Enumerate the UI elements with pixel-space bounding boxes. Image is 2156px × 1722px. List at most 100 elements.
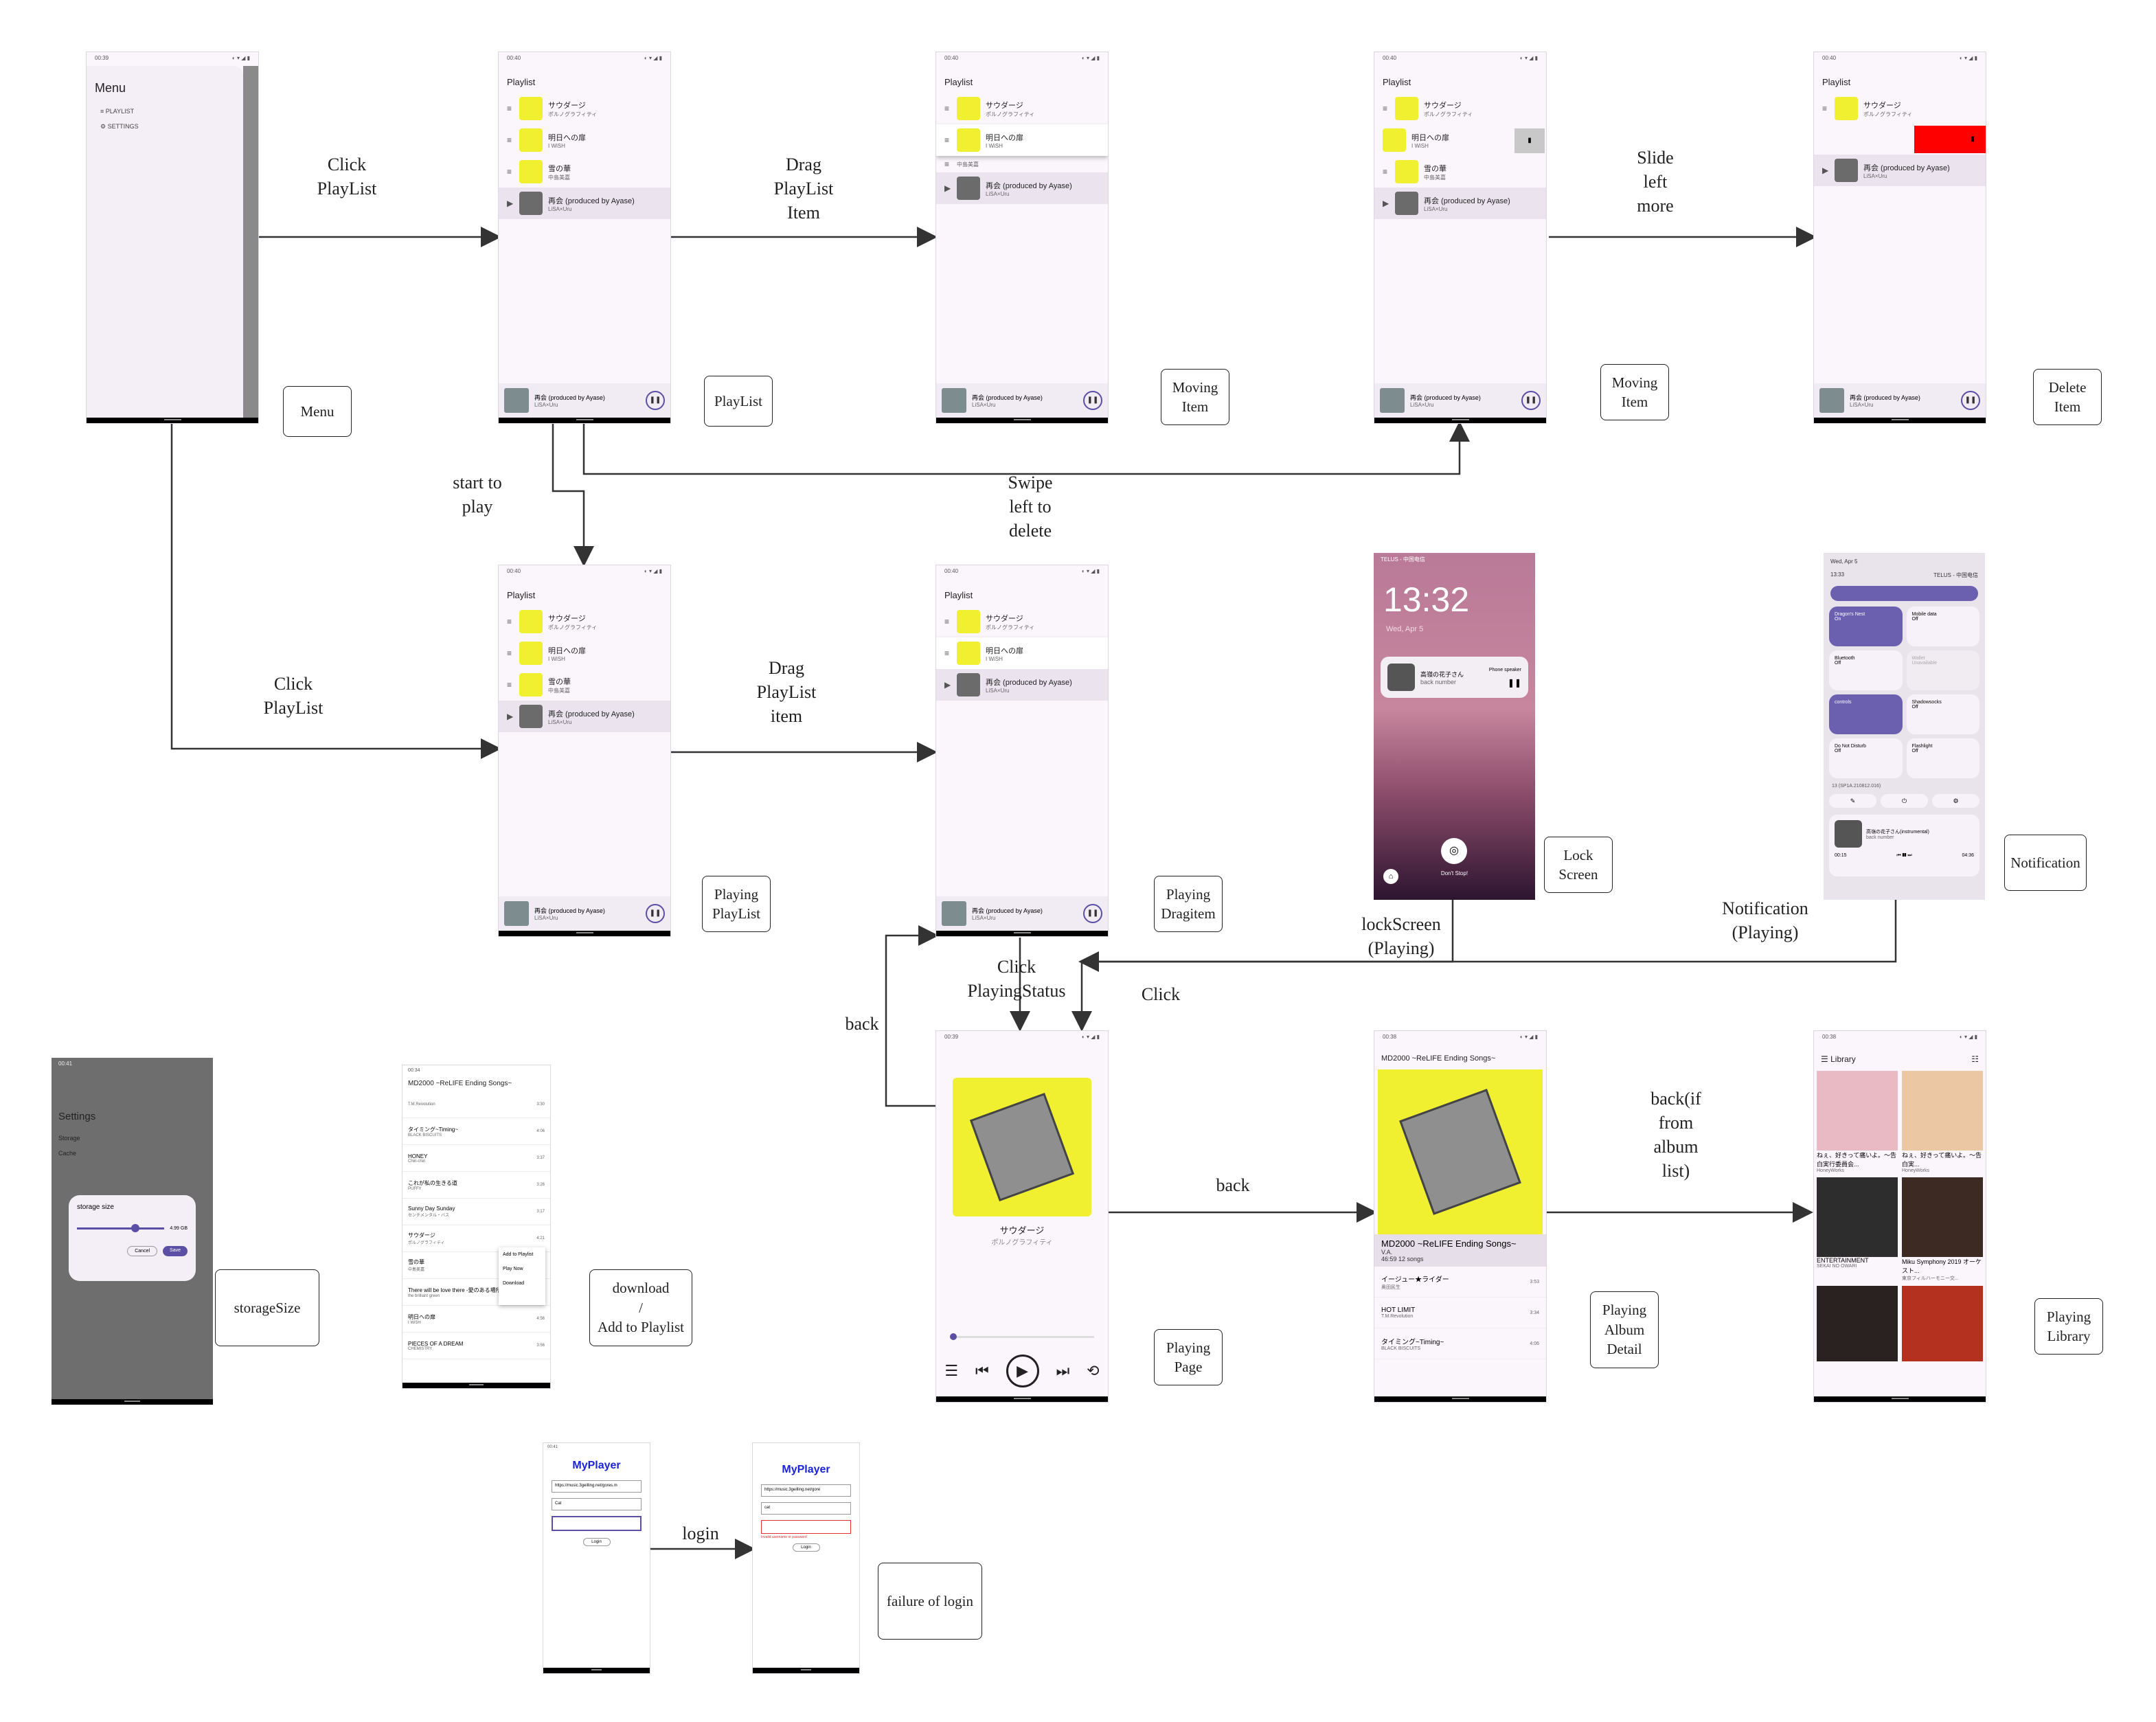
playlist-row[interactable]: ≡ サウダージ ポルノグラフィティ — [1814, 93, 1986, 124]
seek-bar[interactable] — [950, 1333, 1094, 1340]
tile-wifi[interactable]: Dragon's Nest On — [1829, 607, 1903, 646]
drag-handle-icon[interactable]: ≡ — [944, 135, 953, 145]
playlist-row-playing[interactable]: ▶ 再会 (produced by Ayase) LiSA×Uru — [1814, 155, 1986, 186]
pause-icon[interactable]: ❚❚ — [646, 391, 665, 410]
menu-item-playlist[interactable]: ≡ PLAYLIST — [87, 104, 243, 119]
drag-handle-icon[interactable]: ≡ — [944, 104, 953, 113]
tile-bluetooth[interactable]: Bluetooth Off — [1829, 650, 1903, 690]
menu-play-now[interactable]: Play Now — [499, 1262, 545, 1276]
notif-media-card[interactable]: 高嶺の花子さん(instrumental) back number 00:15 ⏮ … — [1829, 815, 1979, 876]
next-icon[interactable]: ⏭ — [1056, 1362, 1069, 1380]
song-row[interactable]: PIECES OF A DREAM CHEMISTRY 3:56 — [402, 1333, 550, 1359]
song-row[interactable]: HONEY Chiri-chiri 3:37 — [402, 1145, 550, 1172]
save-button[interactable]: Save — [163, 1246, 188, 1256]
menu-add-to-playlist[interactable]: Add to Playlist — [499, 1247, 545, 1262]
drag-handle-icon[interactable]: ≡ — [507, 135, 515, 145]
username-input[interactable]: Cat — [552, 1498, 642, 1510]
queue-icon[interactable]: ☰ — [944, 1362, 958, 1380]
playlist-row-dragging[interactable]: ≡ 明日への扉 I WiSH — [936, 124, 1108, 156]
mini-player[interactable]: 再会 (produced by Ayase) LiSA×Uru ❚❚ — [499, 383, 670, 418]
album-cover[interactable] — [1817, 1286, 1898, 1361]
playlist-row[interactable]: ≡ サウダージ ポルノグラフィティ — [499, 93, 670, 124]
pause-icon[interactable]: ❚❚ — [1083, 391, 1102, 410]
settings-item-storage[interactable]: Storage — [52, 1131, 213, 1146]
song-row[interactable]: HOT LIMIT T.M.Revolution 3:34 — [1374, 1298, 1546, 1328]
song-row[interactable]: タイミング~Timing~ BLACK BISCUITS 4:06 — [402, 1118, 550, 1145]
playlist-row-playing[interactable]: ▶ 再会 (produced by Ayase) LiSA×Uru — [936, 172, 1108, 204]
playlist-row[interactable]: ≡ サウダージ ポルノグラフィティ — [1374, 93, 1546, 124]
song-row[interactable]: タイミング~Timing~ BLACK BISCUITS 4:06 — [1374, 1328, 1546, 1359]
mini-player[interactable]: 再会 (produced by Ayase) LiSA×Uru ❚❚ — [1374, 383, 1546, 418]
playlist-row-swiping[interactable]: 明日への扉 I WiSH ▮ — [1374, 124, 1546, 156]
tile-flashlight[interactable]: Flashlight Off — [1906, 738, 1979, 778]
playlist-row-playing[interactable]: ▶ 再会 (produced by Ayase) LiSA×Uru — [936, 669, 1108, 701]
storage-slider[interactable] — [77, 1224, 165, 1232]
repeat-icon[interactable]: ⟲ — [1087, 1362, 1099, 1380]
password-input[interactable] — [761, 1520, 851, 1534]
drag-handle-icon[interactable]: ≡ — [507, 617, 515, 626]
album-card[interactable]: ENTERTAINMENT SEKAI NO OWARI — [1817, 1177, 1898, 1282]
playlist-row-playing[interactable]: ▶ 再会 (produced by Ayase) LiSA×Uru — [1374, 188, 1546, 219]
slider-thumb[interactable] — [131, 1224, 139, 1232]
login-button[interactable]: Login — [582, 1538, 611, 1546]
mini-player[interactable]: 再会 (produced by Ayase) LiSA×Uru ❚❚ — [936, 896, 1108, 931]
playlist-row[interactable]: ≡ 明日への扉 I WiSH — [499, 124, 670, 156]
playlist-row[interactable]: ≡ 雪の華 中島美嘉 — [499, 669, 670, 701]
mini-player[interactable]: 再会 (produced by Ayase) LiSA×Uru ❚❚ — [499, 896, 670, 931]
tile-wallet[interactable]: Wallet Unavailable — [1906, 650, 1979, 690]
menu-download[interactable]: Download — [499, 1276, 545, 1291]
drag-handle-icon[interactable]: ≡ — [944, 617, 953, 626]
album-cover[interactable] — [1902, 1286, 1983, 1361]
playlist-row-deleting[interactable]: ▮ — [1814, 124, 1986, 155]
playlist-row[interactable]: ≡ サウダージ ポルノグラフィティ — [936, 93, 1108, 124]
drag-handle-icon[interactable]: ≡ — [944, 159, 953, 169]
song-row[interactable]: T.M.Revolution 3:30 — [402, 1091, 550, 1118]
settings-icon[interactable]: ⚙ — [1932, 794, 1979, 808]
tile-controls[interactable]: controls — [1829, 694, 1903, 734]
drag-handle-icon[interactable]: ≡ — [1383, 104, 1391, 113]
playlist-row[interactable]: ≡ 明日への扉 I WiSH — [499, 637, 670, 669]
login-button[interactable]: Login — [792, 1543, 820, 1552]
trash-icon[interactable]: ▮ — [1514, 128, 1545, 153]
drag-handle-icon[interactable]: ≡ — [507, 648, 515, 658]
mini-player[interactable]: 再会 (produced by Ayase) LiSA×Uru ❚❚ — [1814, 383, 1986, 418]
home-icon[interactable]: ⌂ — [1383, 869, 1398, 884]
tile-dnd[interactable]: Do Not Disturb Off — [1829, 738, 1903, 778]
play-icon[interactable]: ▶ — [1006, 1355, 1039, 1387]
list-view-icon[interactable]: ☷ — [1971, 1054, 1979, 1064]
album-card[interactable]: ねぇ、好きって痛いよ。〜告白実行委員会... HoneyWorks — [1817, 1071, 1898, 1173]
delete-trash-icon[interactable]: ▮ — [1914, 126, 1986, 153]
playlist-row[interactable]: ≡ 雪の華 中島美嘉 — [499, 156, 670, 188]
menu-icon[interactable]: ☰ — [1821, 1054, 1828, 1064]
cancel-button[interactable]: Cancel — [127, 1246, 158, 1256]
server-url-input[interactable]: https://music.3geilling.net/gores.m — [552, 1480, 642, 1493]
drag-handle-icon[interactable]: ≡ — [1383, 167, 1391, 177]
username-input[interactable]: cat — [761, 1502, 851, 1515]
pause-icon[interactable]: ❚❚ — [1961, 391, 1980, 410]
server-url-input[interactable]: https://music.3geilling.net/gore — [761, 1484, 851, 1497]
lock-media-card[interactable]: 高嶺の花子さん back number Phone speaker ❚❚ — [1381, 657, 1528, 698]
fingerprint-icon[interactable]: ◎ — [1441, 838, 1467, 864]
settings-item-cache[interactable]: Cache — [52, 1146, 213, 1161]
drag-handle-icon[interactable]: ≡ — [507, 680, 515, 690]
drag-handle-icon[interactable]: ≡ — [507, 104, 515, 113]
pause-icon[interactable]: ❚❚ — [1489, 678, 1521, 688]
brightness-slider[interactable] — [1830, 586, 1978, 601]
seek-thumb[interactable] — [950, 1333, 957, 1340]
song-row[interactable]: Sunny Day Sunday センチメンタル・バス 3:17 — [402, 1199, 550, 1225]
password-input[interactable] — [552, 1516, 642, 1531]
mini-player[interactable]: 再会 (produced by Ayase) LiSA×Uru ❚❚ — [936, 383, 1108, 418]
playlist-row[interactable]: ≡ 中島美嘉 — [936, 156, 1108, 172]
previous-icon[interactable]: ⏮ — [975, 1362, 989, 1380]
tile-shadowsocks[interactable]: Shadowsocks Off — [1906, 694, 1979, 734]
playlist-row-playing[interactable]: ▶ 再会 (produced by Ayase) LiSA×Uru — [499, 188, 670, 219]
drag-handle-icon[interactable]: ≡ — [507, 167, 515, 177]
song-row[interactable]: 明日への扉 I WiSH 4:56 — [402, 1306, 550, 1333]
pause-icon[interactable]: ❚❚ — [1521, 391, 1541, 410]
playlist-row[interactable]: ≡ 雪の華 中島美嘉 — [1374, 156, 1546, 188]
song-row[interactable]: イージュー★ライダー 奥田民生 3:53 — [1374, 1267, 1546, 1298]
drag-handle-icon[interactable]: ≡ — [1822, 104, 1830, 113]
menu-item-settings[interactable]: ⚙ SETTINGS — [87, 119, 243, 135]
song-row[interactable]: これが私の生きる道 PUFFY 3:26 — [402, 1172, 550, 1199]
tile-mobile-data[interactable]: Mobile data Off — [1906, 607, 1979, 646]
